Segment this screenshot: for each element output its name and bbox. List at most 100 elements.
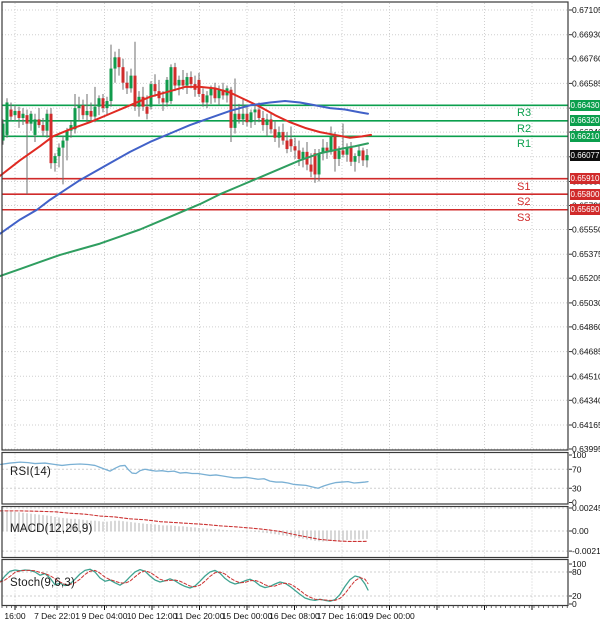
panel-border-stoch bbox=[2, 560, 568, 606]
axis-tick-label: 7 Dec 22:01 bbox=[34, 611, 80, 621]
candle-bullish bbox=[330, 136, 333, 152]
support-price-badge-s1: 0.65910 bbox=[570, 173, 600, 184]
axis-tick-label: 0.64860 bbox=[572, 322, 600, 332]
candle-bearish bbox=[202, 94, 205, 102]
candle-bullish bbox=[218, 90, 221, 98]
candle-bearish bbox=[298, 150, 301, 158]
candle-bearish bbox=[258, 110, 261, 118]
panel-border-rsi bbox=[2, 453, 568, 505]
candle-bearish bbox=[362, 150, 365, 160]
candle-bearish bbox=[290, 139, 293, 146]
candle-bullish bbox=[6, 102, 9, 134]
axis-tick-label: 11 Dec 20:00 bbox=[175, 611, 225, 621]
candle-bearish bbox=[294, 146, 297, 150]
axis-tick-label: 15 Dec 00:00 bbox=[222, 611, 273, 621]
candle-bullish bbox=[250, 112, 253, 122]
candle-bearish bbox=[282, 132, 285, 140]
axis-tick-label: 100 bbox=[572, 450, 586, 460]
support-level-label-s3: S3 bbox=[517, 212, 530, 224]
candle-bearish bbox=[18, 111, 21, 118]
support-level-label-s1: S1 bbox=[517, 181, 530, 193]
candle-bullish bbox=[170, 67, 173, 101]
candle-bearish bbox=[262, 118, 265, 125]
axis-tick-label: 0.002457 bbox=[572, 503, 600, 513]
candle-bearish bbox=[82, 105, 85, 115]
candle-bearish bbox=[310, 165, 313, 172]
candle-bearish bbox=[286, 141, 289, 149]
resistance-price-badge-r3: 0.66430 bbox=[570, 100, 600, 111]
candle-bullish bbox=[318, 153, 321, 174]
candle-bullish bbox=[78, 105, 81, 108]
candle-bullish bbox=[234, 114, 237, 128]
candle-bullish bbox=[178, 80, 181, 86]
support-price-badge-s3: 0.65690 bbox=[570, 204, 600, 215]
candle-bearish bbox=[270, 119, 273, 129]
axis-tick-label: 0.67105 bbox=[572, 5, 600, 15]
axis-tick-label: 30 bbox=[572, 483, 582, 493]
candle-bearish bbox=[38, 119, 41, 125]
candle-bullish bbox=[114, 57, 117, 68]
axis-tick-label: 0.64165 bbox=[572, 420, 600, 430]
candle-bullish bbox=[186, 77, 189, 85]
candle-bullish bbox=[254, 110, 257, 113]
candle-bullish bbox=[34, 119, 37, 135]
resistance-price-badge-r1: 0.66210 bbox=[570, 131, 600, 142]
axis-tick-label: 10 Dec 12:00 bbox=[127, 611, 178, 621]
candle-bearish bbox=[190, 77, 193, 84]
axis-tick-label: 0.65550 bbox=[572, 225, 600, 235]
rsi-indicator-label: RSI(14) bbox=[10, 466, 51, 478]
candle-bullish bbox=[278, 132, 281, 138]
candle-bearish bbox=[122, 67, 125, 83]
candle-bearish bbox=[350, 148, 353, 162]
candle-bullish bbox=[266, 119, 269, 125]
candle-bearish bbox=[26, 115, 29, 123]
candle-bullish bbox=[58, 148, 61, 156]
candle-bearish bbox=[274, 129, 277, 137]
axis-tick-label: 70 bbox=[572, 464, 582, 474]
axis-tick-label: 0 bbox=[572, 599, 577, 609]
axis-tick-label: 9 Dec 04:00 bbox=[82, 611, 128, 621]
candle-bullish bbox=[210, 88, 213, 95]
axis-tick-label: 16 Dec 08:00 bbox=[269, 611, 320, 621]
macd-indicator-label: MACD(12,26,9) bbox=[10, 523, 93, 535]
axis-tick-label: 0.64340 bbox=[572, 395, 600, 405]
candle-bullish bbox=[106, 101, 109, 108]
candle-bearish bbox=[342, 150, 345, 154]
rsi-line bbox=[0, 462, 368, 488]
candle-bullish bbox=[22, 114, 25, 118]
candle-bearish bbox=[182, 80, 185, 86]
axis-tick-label: 80 bbox=[572, 567, 582, 577]
candle-bearish bbox=[214, 88, 217, 98]
candle-bearish bbox=[126, 83, 129, 89]
axis-tick-label: 17 Dec 16:00 bbox=[317, 611, 368, 621]
resistance-price-badge-r2: 0.66320 bbox=[570, 115, 600, 126]
candle-bullish bbox=[94, 107, 97, 117]
axis-tick-label: 0.00 bbox=[572, 526, 589, 536]
candle-bearish bbox=[162, 98, 165, 102]
candle-bearish bbox=[146, 107, 149, 114]
candle-bearish bbox=[334, 136, 337, 159]
candle-bearish bbox=[90, 111, 93, 117]
current-price-badge: 0.66077 bbox=[570, 150, 600, 161]
candle-bearish bbox=[230, 90, 233, 128]
axis-tick-label: 0.66930 bbox=[572, 30, 600, 40]
candle-bullish bbox=[54, 156, 57, 163]
candle-bearish bbox=[102, 98, 105, 108]
candle-bullish bbox=[206, 95, 209, 102]
candle-bullish bbox=[98, 98, 101, 106]
candle-bearish bbox=[246, 114, 249, 122]
candle-bullish bbox=[354, 156, 357, 162]
axis-tick-label: 0.66585 bbox=[572, 78, 600, 88]
candle-bearish bbox=[174, 67, 177, 85]
candle-bearish bbox=[118, 57, 121, 67]
candle-bullish bbox=[242, 114, 245, 120]
candle-bullish bbox=[30, 114, 33, 124]
axis-tick-label: 16:00 bbox=[4, 611, 26, 621]
candle-bearish bbox=[154, 84, 157, 91]
axis-tick-label: 0.64685 bbox=[572, 347, 600, 357]
candle-bullish bbox=[110, 69, 113, 101]
candle-bullish bbox=[130, 76, 133, 89]
resistance-level-label-r2: R2 bbox=[517, 123, 531, 135]
candle-bullish bbox=[338, 150, 341, 158]
support-price-badge-s2: 0.65800 bbox=[570, 189, 600, 200]
